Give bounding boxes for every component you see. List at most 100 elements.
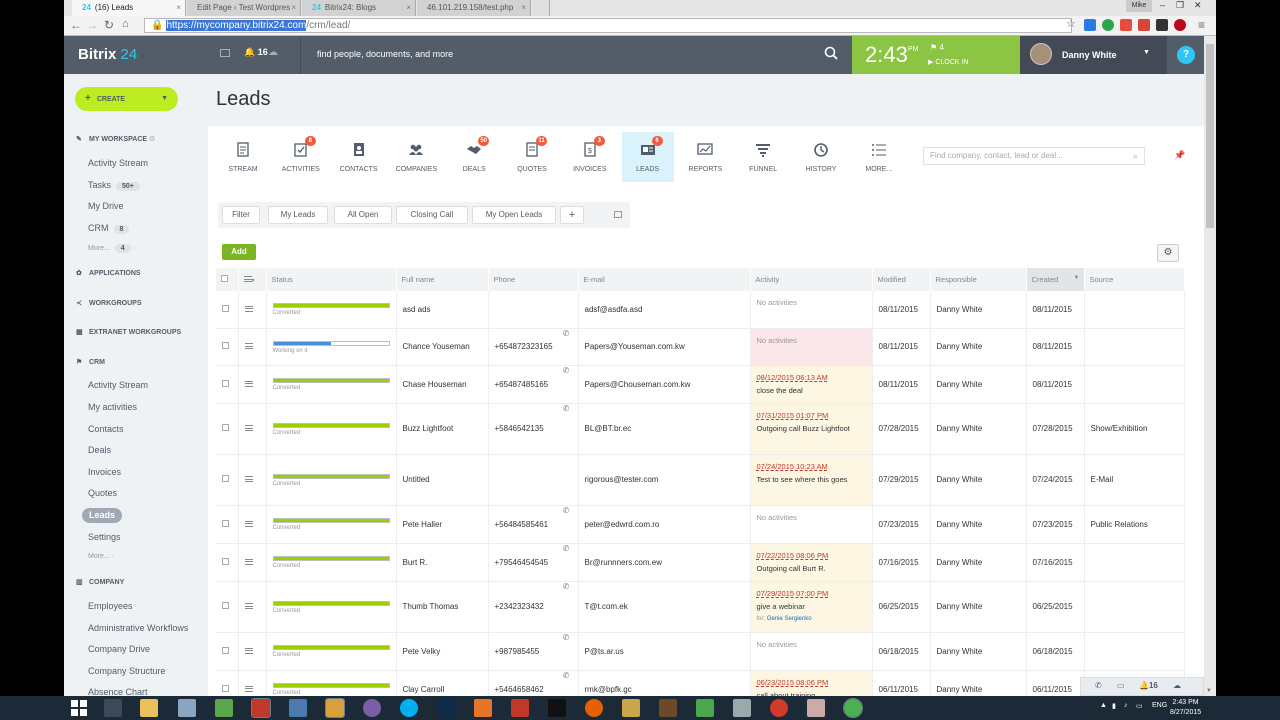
column-menu[interactable]: ▾ xyxy=(238,268,267,291)
responsible-cell[interactable]: Danny White xyxy=(930,328,1027,366)
table-row[interactable]: Converted Clay Carroll +5464658462 ✆ rmk@bpf… xyxy=(216,670,1185,696)
activity-subject[interactable]: give a webinar xyxy=(757,600,872,613)
header-search-input[interactable]: find people, documents, and more xyxy=(317,49,453,59)
email-cell[interactable]: rmk@bpfk.gc xyxy=(578,670,751,696)
full-name-cell[interactable]: Untitled xyxy=(396,454,489,506)
email-cell[interactable]: Br@runnners.com.ew xyxy=(578,543,751,582)
activity-subject[interactable]: Outgoing call Burt R. xyxy=(757,562,872,575)
row-checkbox[interactable] xyxy=(216,632,239,671)
responsible-cell[interactable]: Danny White xyxy=(930,632,1027,671)
status-progress-bar[interactable] xyxy=(272,340,390,346)
status-progress-bar[interactable] xyxy=(272,518,390,523)
terminal-icon[interactable] xyxy=(548,699,566,717)
work-clock[interactable]: 2:43 PM ⚑ 4 ▶ CLOCK IN xyxy=(852,36,1020,74)
tab-stream[interactable]: STREAM xyxy=(217,132,269,182)
tab-invoices[interactable]: $ INVOICES 3 xyxy=(564,132,616,182)
full-name-cell[interactable]: Burt R. xyxy=(396,543,489,582)
tab-more[interactable]: MORE... xyxy=(853,132,905,182)
row-menu-icon[interactable] xyxy=(238,505,267,544)
pinterest-icon[interactable] xyxy=(1174,19,1186,31)
row-menu-icon[interactable] xyxy=(238,454,267,506)
sidebar-section-extranet[interactable]: ▦ EXTRANET WORKGROUPS xyxy=(76,328,181,336)
column-email[interactable]: E-mail xyxy=(578,268,751,291)
activity-deadline[interactable]: 07/22/2015 08:06 PM xyxy=(757,549,872,562)
search-icon[interactable] xyxy=(824,46,838,60)
app-icon[interactable] xyxy=(659,699,677,717)
tray-battery-icon[interactable]: ▭ xyxy=(1136,702,1143,710)
app-icon[interactable] xyxy=(622,699,640,717)
phone-value[interactable]: +5464658462 xyxy=(495,685,544,694)
forward-icon[interactable]: → xyxy=(86,18,98,32)
status-cell[interactable]: Converted xyxy=(266,454,397,506)
email-cell[interactable]: Papers@Youseman.com.kw xyxy=(578,328,751,366)
extension-icon[interactable] xyxy=(1156,19,1168,31)
row-menu-icon[interactable] xyxy=(238,365,267,404)
row-checkbox[interactable] xyxy=(216,670,239,696)
activity-deadline[interactable]: 08/12/2015 06:13 AM xyxy=(757,371,872,384)
status-cell[interactable]: Converted xyxy=(266,505,397,544)
tab-activities[interactable]: ACTIVITIES 8 xyxy=(275,132,327,182)
column-activity[interactable]: Activity xyxy=(750,268,873,291)
full-name-cell[interactable]: Thumb Thomas xyxy=(396,581,489,633)
email-cell[interactable]: BL@BT.br.ec xyxy=(578,403,751,455)
tray-network-icon[interactable]: ▮ xyxy=(1112,702,1116,710)
skype-icon[interactable] xyxy=(400,699,418,717)
phone-cell[interactable] xyxy=(488,454,579,506)
responsible-cell[interactable]: Danny White xyxy=(930,543,1027,582)
pin-icon[interactable]: 📌 xyxy=(1174,150,1185,161)
phone-value[interactable]: +5846542135 xyxy=(495,424,544,433)
scrollbar-thumb[interactable] xyxy=(1206,44,1214,228)
create-button[interactable]: + CREATE ▼ xyxy=(75,87,178,111)
filezilla-icon[interactable] xyxy=(251,698,271,718)
sidebar-item-admin-workflows[interactable]: Administrative Workflows xyxy=(88,623,188,633)
phone-cell[interactable] xyxy=(488,291,579,329)
responsible-cell[interactable]: Danny White xyxy=(930,505,1027,544)
status-progress-bar[interactable] xyxy=(272,473,390,479)
windows-start-icon[interactable] xyxy=(70,699,88,717)
row-menu-icon[interactable] xyxy=(238,291,267,329)
apps-icon[interactable] xyxy=(104,699,122,717)
close-window-icon[interactable]: ✕ xyxy=(1194,0,1202,11)
call-icon[interactable]: ✆ xyxy=(563,404,570,413)
tab-history[interactable]: HISTORY xyxy=(795,132,847,182)
sidebar-item-deals[interactable]: Deals xyxy=(88,445,111,455)
gear-icon[interactable]: ⚙ xyxy=(149,136,155,143)
responsible-cell[interactable]: Danny White xyxy=(930,403,1027,455)
row-menu-icon[interactable] xyxy=(238,543,267,582)
search-icon[interactable]: ⌕ xyxy=(1133,148,1138,164)
tab-contacts[interactable]: CONTACTS xyxy=(333,132,385,182)
address-bar[interactable]: 🔒 https://mycompany.bitrix24.com/crm/lead… xyxy=(144,18,1072,33)
xampp-icon[interactable] xyxy=(474,699,492,717)
responsible-cell[interactable]: Danny White xyxy=(930,454,1027,506)
full-name-cell[interactable]: Chase Houseman xyxy=(396,365,489,404)
close-icon[interactable]: × xyxy=(291,0,296,16)
row-checkbox[interactable] xyxy=(216,291,239,329)
phone-value[interactable]: +65487485165 xyxy=(495,380,549,389)
sidebar-item-employees[interactable]: Employees xyxy=(88,601,133,611)
tab-reports[interactable]: REPORTS xyxy=(679,132,731,182)
column-modified[interactable]: Modified xyxy=(872,268,931,291)
cloud-icon[interactable]: ☁ xyxy=(268,47,278,58)
status-cell[interactable]: Converted xyxy=(266,632,397,671)
phone-value[interactable]: +987985455 xyxy=(495,647,540,656)
activity-subject[interactable]: Test to see where this goes xyxy=(757,473,872,486)
browser-profile-badge[interactable]: Mike xyxy=(1126,0,1152,12)
app-icon[interactable] xyxy=(696,699,714,717)
phone-cell[interactable]: +2342323432 ✆ xyxy=(488,581,579,633)
sidebar-section-my-workspace[interactable]: ✎ MY WORKSPACE ⚙ xyxy=(76,135,155,143)
status-cell[interactable]: Converted xyxy=(266,365,397,404)
phone-cell[interactable]: +56484585461 ✆ xyxy=(488,505,579,544)
full-name-cell[interactable]: asd ads xyxy=(396,291,489,329)
help-button[interactable]: ? xyxy=(1177,46,1195,64)
activity-for-name[interactable]: Genie Sergienko xyxy=(767,616,812,622)
status-cell[interactable]: Working on it xyxy=(266,328,397,366)
row-checkbox[interactable] xyxy=(216,328,239,366)
browser-tab-blogs[interactable]: 24 Bitrix24: Blogs × xyxy=(302,0,416,16)
responsible-cell[interactable]: Danny White xyxy=(930,670,1027,696)
activity-deadline[interactable]: 06/23/2015 08:06 PM xyxy=(757,676,872,689)
sidebar-item-company-drive[interactable]: Company Drive xyxy=(88,644,150,654)
extension-icon[interactable] xyxy=(1120,19,1132,31)
scroll-down-icon[interactable]: ▼ xyxy=(1206,688,1212,694)
row-menu-icon[interactable] xyxy=(238,632,267,671)
filter-my-open-leads[interactable]: My Open Leads xyxy=(472,206,556,224)
